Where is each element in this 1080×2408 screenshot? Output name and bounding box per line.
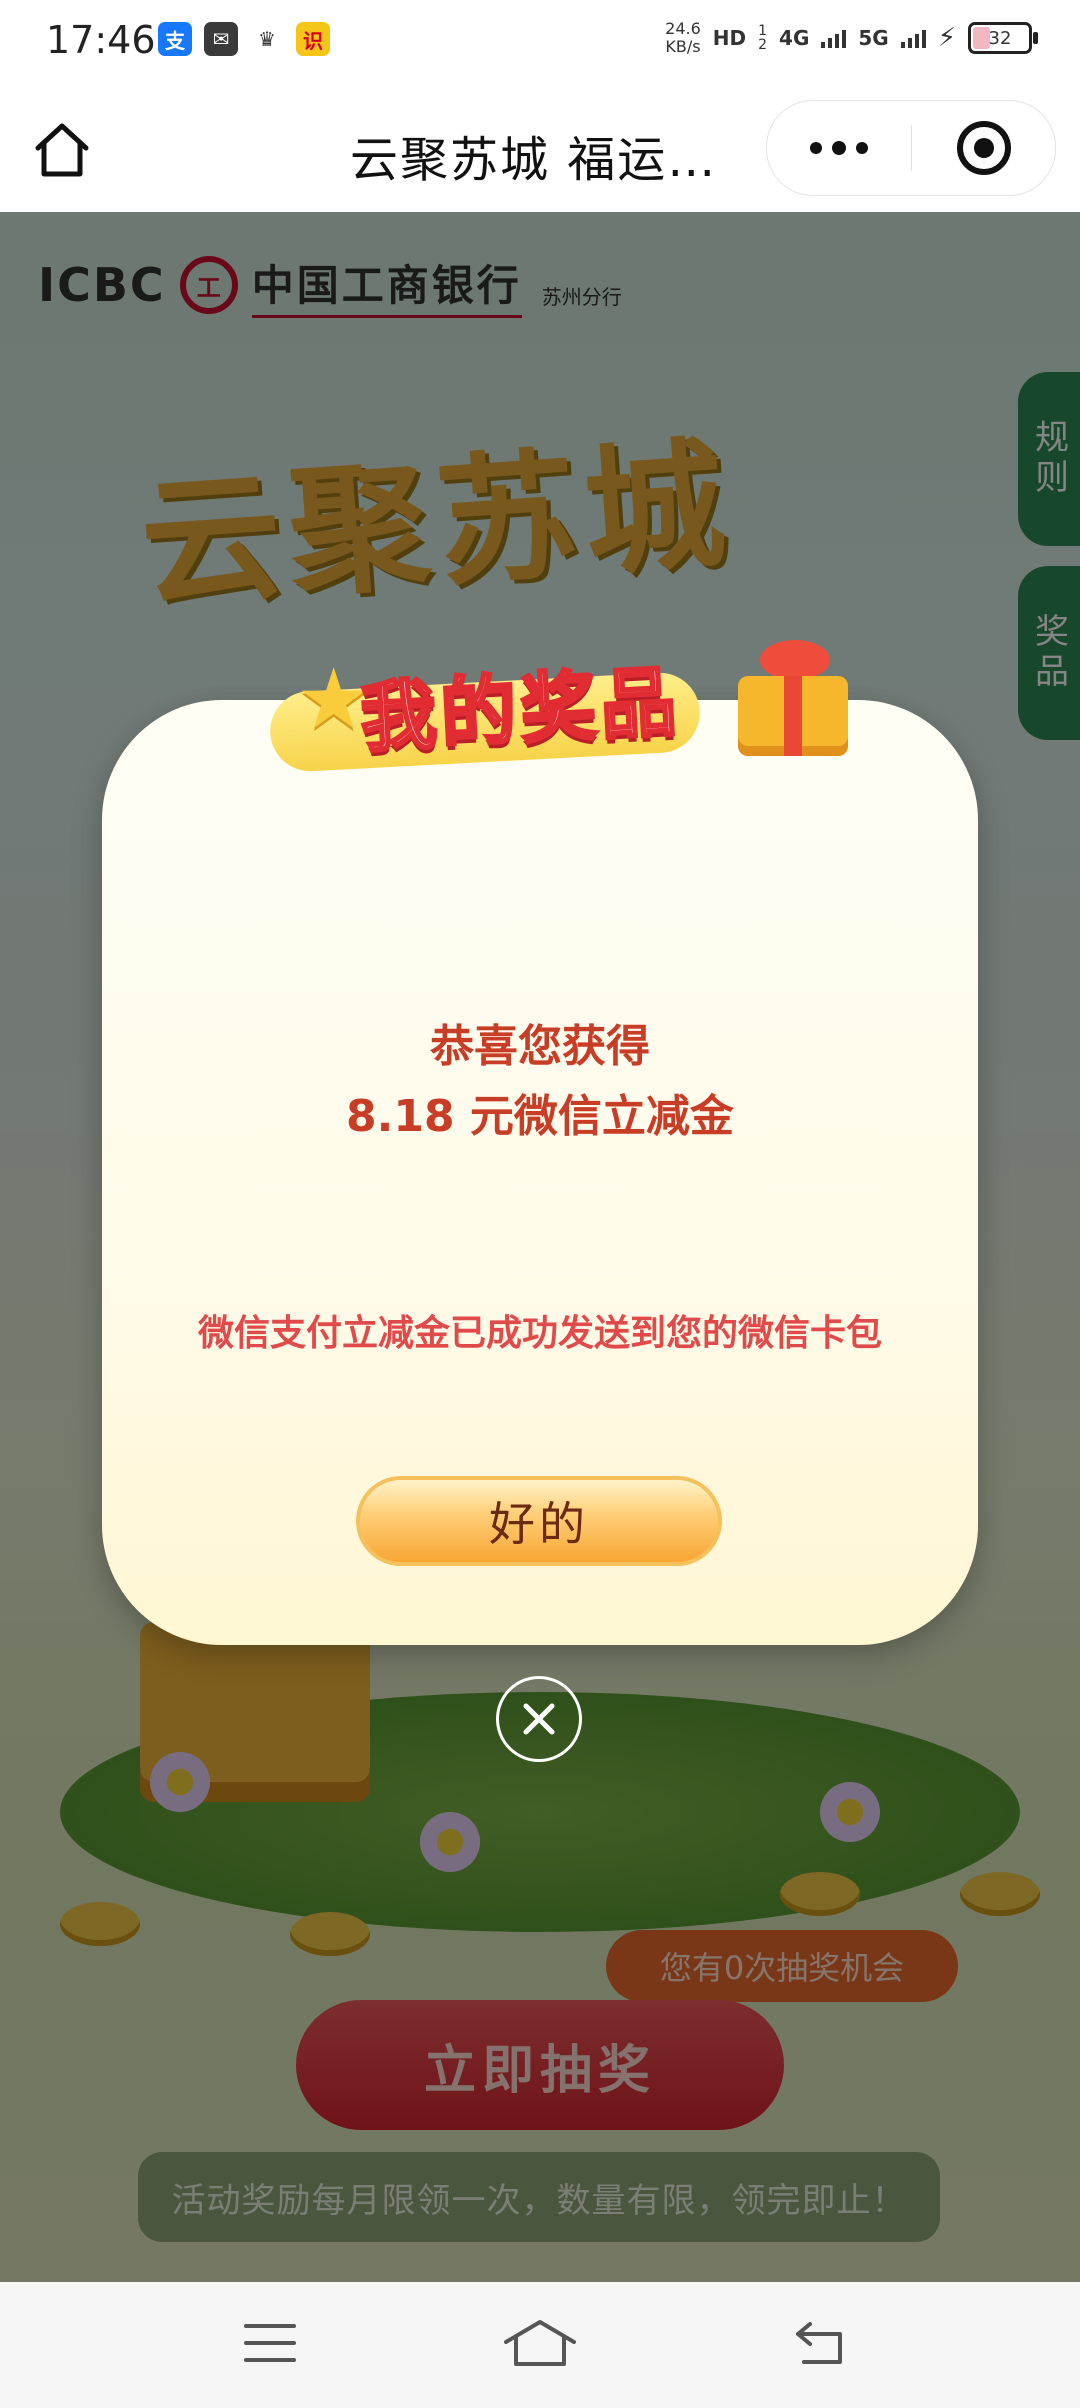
status-time: 17:46 [46, 18, 156, 62]
charging-bolt-icon: ⚡ [937, 23, 956, 53]
back-icon [796, 2322, 842, 2364]
hd-icon: HD [712, 26, 747, 50]
gift-icon [728, 640, 848, 756]
network-speed: 24.6 KB/s [665, 20, 701, 56]
more-options-button[interactable] [767, 101, 911, 195]
network-5g-label: 5G [858, 26, 889, 50]
sim-indicator: 1 2 [758, 24, 767, 52]
mini-program-title-bar: 云聚苏城 福运… [0, 82, 1080, 212]
battery-icon: 32 [968, 22, 1038, 54]
status-bar: 17:46 支 ✉ ♛ 识 24.6 KB/s HD 1 2 4G 5G ⚡ 3… [0, 0, 1080, 82]
network-4g-label: 4G [779, 26, 810, 50]
sim1-label: 1 [758, 23, 768, 39]
signal-bars-icon [821, 28, 847, 48]
dot-icon [856, 142, 868, 154]
battery-percent: 32 [988, 27, 1012, 49]
home-icon [504, 2320, 576, 2366]
ok-button[interactable]: 好的 [356, 1476, 722, 1566]
status-indicators: 24.6 KB/s HD 1 2 4G 5G ⚡ 32 [665, 20, 1038, 56]
dot-icon [832, 141, 846, 155]
dot-icon [810, 142, 822, 154]
gift-bow [760, 640, 830, 680]
network-speed-unit: KB/s [665, 37, 701, 56]
network-speed-value: 24.6 [665, 19, 701, 38]
close-icon [523, 1703, 555, 1735]
signal-bars-icon [900, 28, 926, 48]
mini-program-capsule [766, 100, 1056, 196]
system-home-button[interactable] [500, 2318, 580, 2368]
home-icon [35, 123, 89, 177]
gift-band [784, 676, 802, 756]
sent-message: 微信支付立减金已成功发送到您的微信卡包 [197, 1313, 882, 1354]
close-mini-program-button[interactable] [957, 121, 1011, 175]
back-button[interactable] [790, 2318, 850, 2368]
page-title: 云聚苏城 福运… [350, 132, 718, 188]
capsule-divider [911, 125, 912, 171]
quiz-app-icon: 识 [296, 22, 330, 56]
status-app-icons: 支 ✉ ♛ 识 [158, 22, 330, 56]
mail-icon: ✉ [204, 22, 238, 56]
sim2-label: 2 [758, 37, 768, 53]
menu-icon [244, 2324, 296, 2362]
prize-description: 恭喜您获得 8.18 元微信立减金 [102, 1012, 978, 1152]
battery-level [973, 27, 990, 49]
prize-amount: 8.18 元微信立减金 [346, 1091, 734, 1142]
alipay-icon: 支 [158, 22, 192, 56]
home-button[interactable] [30, 118, 94, 182]
menu-button[interactable] [240, 2318, 300, 2368]
crown-icon: ♛ [258, 27, 276, 51]
system-nav-bar [0, 2282, 1080, 2408]
close-modal-button[interactable] [496, 1676, 582, 1762]
congrats-line: 恭喜您获得 [430, 1021, 650, 1072]
modal-title: 我的奖品 [357, 655, 684, 764]
